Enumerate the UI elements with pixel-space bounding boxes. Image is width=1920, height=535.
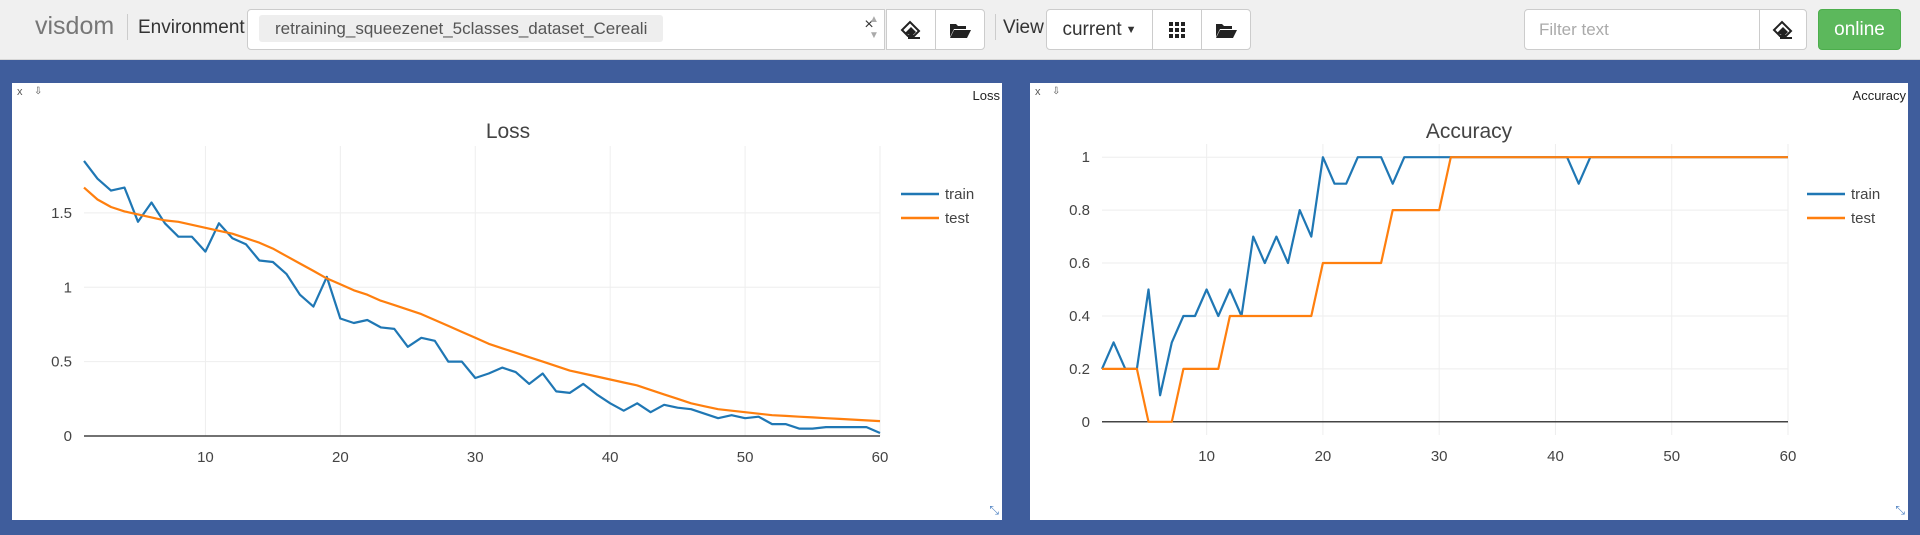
divider	[995, 14, 996, 40]
filter-field[interactable]	[1524, 9, 1761, 50]
divider	[127, 14, 128, 40]
environment-chip[interactable]: retraining_squeezenet_5classes_dataset_C…	[259, 15, 664, 42]
x-tick-label: 10	[1198, 448, 1215, 465]
x-tick-label: 60	[872, 449, 889, 466]
environment-select[interactable]: retraining_squeezenet_5classes_dataset_C…	[247, 9, 885, 50]
accuracy-pane: x ⇩ Accuracy 10 20 30 40 50 60 0 0.2 0.4 0.6 0.8 1 A…	[1030, 83, 1908, 520]
view-label: View	[1003, 17, 1044, 38]
x-tick-label: 10	[197, 449, 214, 466]
y-tick-label: 0.2	[1069, 361, 1090, 378]
y-tick-label: 1	[64, 279, 72, 296]
y-tick-label: 0	[1082, 414, 1090, 431]
x-tick-label: 60	[1780, 448, 1797, 465]
chart-title: Loss	[486, 120, 530, 143]
brand-logo[interactable]: visdom	[35, 12, 114, 41]
legend-label-test: test	[1851, 210, 1876, 227]
y-tick-label: 0	[64, 428, 72, 445]
legend-label-train: train	[1851, 186, 1880, 203]
accuracy-chart: 10 20 30 40 50 60 0 0.2 0.4 0.6 0.8 1 Accuracy train t…	[1069, 120, 1880, 465]
x-tick-label: 50	[737, 449, 754, 466]
y-tick-label: 0.5	[51, 354, 72, 371]
grid-icon	[1169, 21, 1185, 38]
manage-env-button[interactable]	[935, 9, 985, 50]
folder-open-icon	[950, 23, 971, 38]
resize-handle-icon[interactable]: ⤡	[1895, 503, 1905, 518]
x-tick-label: 50	[1663, 448, 1680, 465]
top-navbar: visdom Environment retraining_squeezenet…	[0, 0, 1920, 60]
view-select[interactable]: current ▼	[1046, 9, 1153, 50]
x-tick-label: 40	[1547, 448, 1564, 465]
y-tick-label: 0.8	[1069, 202, 1090, 219]
loss-pane: x ⇩ Loss 10 20 30 40 50 60 0 0.5 1 1.5 Loss train te…	[12, 83, 1002, 520]
eraser-icon	[1772, 20, 1793, 39]
x-tick-label: 20	[332, 449, 349, 466]
filter-input[interactable]	[1525, 10, 1761, 49]
resize-handle-icon[interactable]: ⤡	[989, 503, 999, 518]
x-tick-label: 30	[1431, 448, 1448, 465]
x-tick-label: 40	[602, 449, 619, 466]
legend-label-train: train	[945, 186, 974, 203]
repack-button[interactable]	[1152, 9, 1202, 50]
series-line-train	[83, 160, 881, 435]
clear-filter-button[interactable]	[1759, 9, 1807, 50]
legend-label-test: test	[945, 210, 970, 227]
y-tick-label: 1	[1082, 149, 1090, 166]
loss-chart: 10 20 30 40 50 60 0 0.5 1 1.5 Loss train test	[51, 120, 974, 466]
series-line-test	[83, 186, 881, 423]
manage-views-button[interactable]	[1201, 9, 1251, 50]
folder-open-icon	[1216, 23, 1237, 38]
caret-down-icon: ▼	[1125, 23, 1137, 36]
x-tick-label: 30	[467, 449, 484, 466]
series-line-train	[1100, 156, 1788, 397]
x-tick-label: 20	[1315, 448, 1332, 465]
y-tick-label: 0.6	[1069, 255, 1090, 272]
y-tick-label: 0.4	[1069, 308, 1090, 325]
environment-label: Environment	[138, 17, 245, 38]
clear-env-button[interactable]	[886, 9, 936, 50]
eraser-icon	[900, 20, 921, 39]
view-select-value: current	[1062, 18, 1122, 40]
chart-title: Accuracy	[1426, 120, 1513, 143]
series-line-test	[1102, 156, 1788, 423]
online-status-button[interactable]: online	[1818, 9, 1901, 50]
y-tick-label: 1.5	[51, 205, 72, 222]
scroll-arrows-icon[interactable]: ▲ ▼	[864, 12, 884, 48]
